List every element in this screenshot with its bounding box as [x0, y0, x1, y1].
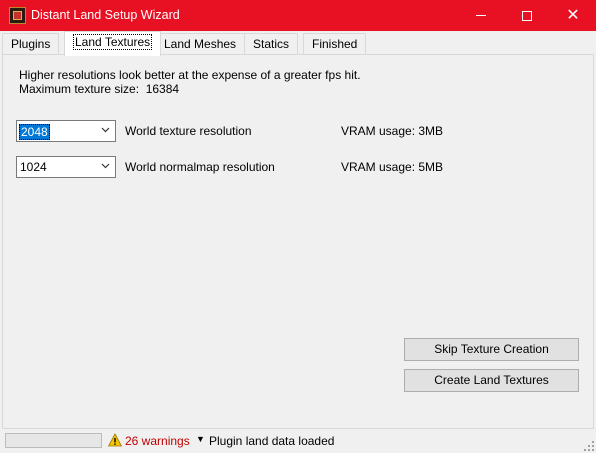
skip-texture-creation-button[interactable]: Skip Texture Creation — [404, 338, 579, 361]
intro-text: Higher resolutions look better at the ex… — [19, 68, 361, 82]
progress-bar — [5, 433, 102, 448]
world-texture-vram-usage: VRAM usage: 3MB — [341, 124, 444, 138]
warnings-count[interactable]: 26 warnings — [125, 434, 190, 448]
tab-label: Land Meshes — [164, 37, 237, 51]
world-texture-resolution-label: World texture resolution — [125, 124, 252, 138]
tab-label: Land Textures — [73, 34, 153, 50]
tab-land-textures[interactable]: Land Textures — [64, 31, 162, 56]
tab-label: Finished — [312, 37, 358, 51]
world-normalmap-resolution-label: World normalmap resolution — [125, 160, 275, 174]
world-texture-resolution-value: 2048 — [19, 124, 50, 140]
max-texture-label: Maximum texture size: 16384 — [19, 82, 179, 96]
close-button[interactable]: ✕ — [550, 0, 596, 31]
title-bar[interactable]: Distant Land Setup Wizard ✕ — [0, 0, 596, 31]
world-texture-resolution-select[interactable]: 2048 — [16, 120, 116, 142]
chevron-down-icon — [101, 127, 110, 133]
max-texture-value: 16384 — [145, 82, 180, 96]
status-bar: 26 warnings ▼ Plugin land data loaded — [0, 429, 596, 453]
chevron-down-icon[interactable]: ▼ — [196, 434, 205, 444]
warning-icon[interactable] — [108, 433, 122, 447]
create-land-textures-button[interactable]: Create Land Textures — [404, 369, 579, 392]
max-texture-caption: Maximum texture size: — [19, 82, 140, 96]
chevron-down-icon — [101, 163, 110, 169]
minimize-icon — [476, 15, 486, 16]
tab-statics[interactable]: Statics — [244, 33, 299, 55]
maximize-button[interactable] — [504, 0, 550, 31]
tab-land-meshes[interactable]: Land Meshes — [155, 33, 246, 55]
status-message: Plugin land data loaded — [209, 434, 335, 448]
minimize-button[interactable] — [458, 0, 504, 31]
tab-plugins[interactable]: Plugins — [2, 33, 60, 55]
tab-label: Plugins — [11, 37, 51, 51]
land-textures-panel: Higher resolutions look better at the ex… — [2, 54, 594, 429]
world-normalmap-resolution-value: 1024 — [20, 160, 47, 174]
close-icon: ✕ — [566, 6, 580, 24]
tab-label: Statics — [253, 37, 290, 51]
world-normalmap-resolution-select[interactable]: 1024 — [16, 156, 116, 178]
world-normalmap-vram-usage: VRAM usage: 5MB — [341, 160, 444, 174]
window-title: Distant Land Setup Wizard — [31, 8, 180, 22]
app-icon[interactable] — [9, 7, 26, 24]
resize-grip-icon[interactable] — [584, 441, 594, 451]
tab-finished[interactable]: Finished — [303, 33, 367, 55]
maximize-icon — [522, 10, 532, 21]
